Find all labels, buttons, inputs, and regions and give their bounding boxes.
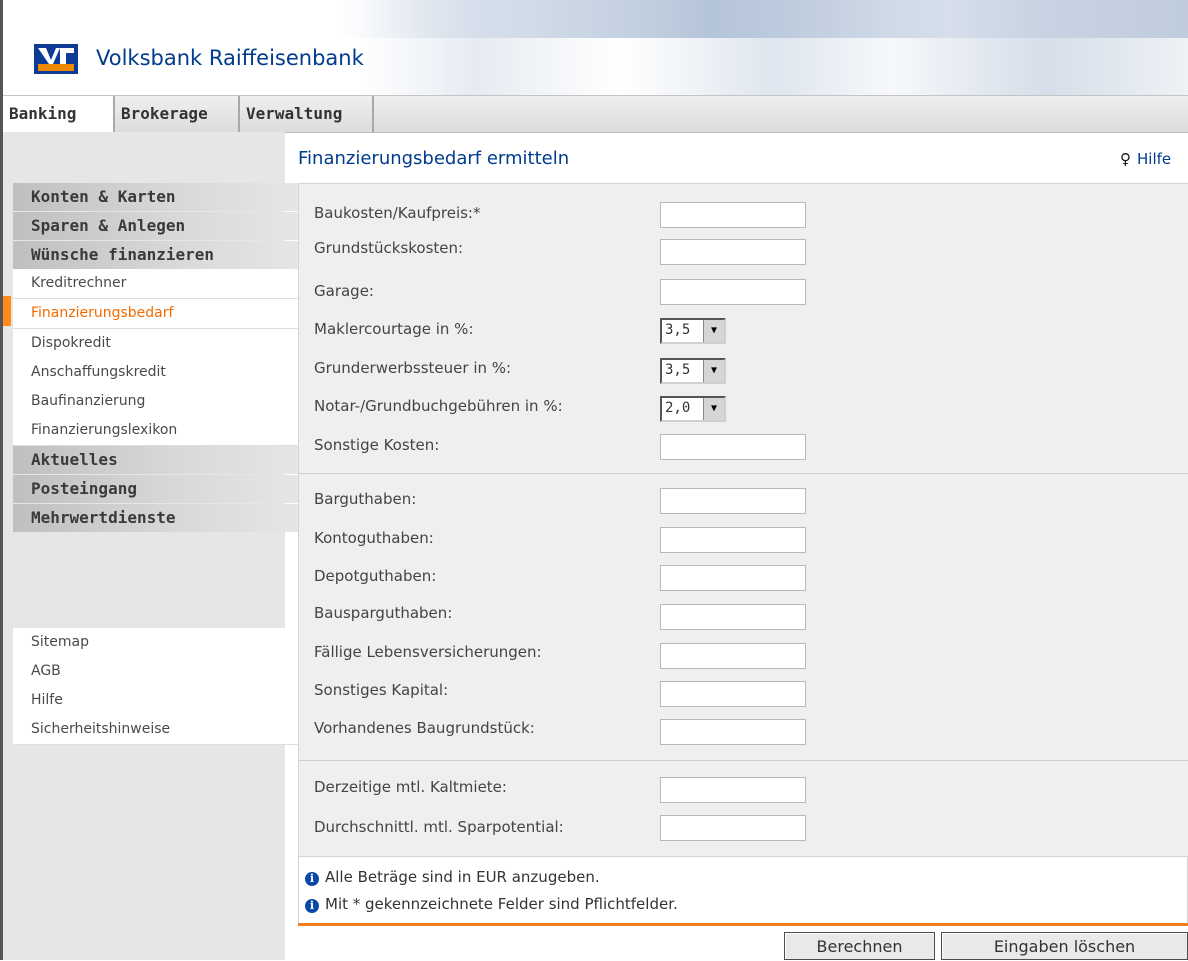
sonstige-input[interactable] <box>660 434 806 460</box>
grunderwerb-select[interactable]: 3,5 ▼ <box>660 358 726 384</box>
sidebar-item-baufinanzierung[interactable]: Baufinanzierung <box>13 387 303 417</box>
vr-logo-icon <box>34 44 78 74</box>
footer-divider <box>298 923 1188 926</box>
baugrundstueck-input[interactable] <box>660 719 806 745</box>
makler-select[interactable]: 3,5 ▼ <box>660 318 726 344</box>
grunderwerb-value: 3,5 <box>665 362 691 378</box>
sidebar-item-mehrwertdienste[interactable]: Mehrwertdienste <box>13 504 303 532</box>
tab-verwaltung[interactable]: Verwaltung <box>240 96 374 132</box>
note-required-text: Mit * gekennzeichnete Felder sind Pflich… <box>325 895 678 913</box>
label-kapital: Sonstiges Kapital: <box>314 681 449 699</box>
label-baukosten: Baukosten/Kaufpreis:* <box>314 204 481 222</box>
help-icon: ♀ <box>1120 150 1131 168</box>
label-garage: Garage: <box>314 282 374 300</box>
note-currency-text: Alle Beträge sind in EUR anzugeben. <box>325 868 600 886</box>
kontoguthaben-input[interactable] <box>660 527 806 553</box>
brand-name[interactable]: Volksbank Raiffeisenbank <box>96 46 364 70</box>
label-sonstige: Sonstige Kosten: <box>314 436 440 454</box>
active-item-indicator <box>3 296 11 326</box>
sidebar-item-finanzierungslexikon[interactable]: Finanzierungslexikon <box>13 416 303 446</box>
help-label: Hilfe <box>1137 150 1172 168</box>
help-link[interactable]: ♀ Hilfe <box>1120 150 1171 168</box>
label-baugrundstueck: Vorhandenes Baugrundstück: <box>314 719 535 737</box>
garage-input[interactable] <box>660 279 806 305</box>
note-required: i Mit * gekennzeichnete Felder sind Pflic… <box>305 895 678 913</box>
calculate-button[interactable]: Berechnen <box>784 932 935 960</box>
sidebar-item-aktuelles[interactable]: Aktuelles <box>13 446 303 474</box>
sidebar-link-hilfe[interactable]: Hilfe <box>13 686 303 716</box>
sidebar: Konten & Karten Sparen & Anlegen Wünsche… <box>3 132 303 960</box>
info-icon: i <box>305 899 319 913</box>
chevron-down-icon[interactable]: ▼ <box>703 320 724 342</box>
section-divider <box>299 760 1188 761</box>
label-makler: Maklercourtage in %: <box>314 320 474 338</box>
label-kontoguthaben: Kontoguthaben: <box>314 529 434 547</box>
baukosten-input[interactable] <box>660 202 806 228</box>
info-icon: i <box>305 872 319 886</box>
makler-value: 3,5 <box>665 322 691 338</box>
label-sparpotential: Durchschnittl. mtl. Sparpotential: <box>314 818 564 836</box>
chevron-down-icon[interactable]: ▼ <box>703 360 724 382</box>
chevron-down-icon[interactable]: ▼ <box>703 398 724 420</box>
sparpotential-input[interactable] <box>660 815 806 841</box>
label-lebensversicherungen: Fällige Lebensversicherungen: <box>314 643 542 661</box>
kaltmiete-input[interactable] <box>660 777 806 803</box>
grundstueck-input[interactable] <box>660 239 806 265</box>
sidebar-item-kreditrechner[interactable]: Kreditrechner <box>13 269 303 299</box>
bausparguthaben-input[interactable] <box>660 604 806 630</box>
lebensversicherungen-input[interactable] <box>660 643 806 669</box>
notar-value: 2,0 <box>665 400 691 416</box>
label-barguthaben: Barguthaben: <box>314 490 417 508</box>
sidebar-item-dispokredit[interactable]: Dispokredit <box>13 329 303 359</box>
barguthaben-input[interactable] <box>660 488 806 514</box>
header-decoration <box>3 0 1188 38</box>
tab-brokerage[interactable]: Brokerage <box>115 96 240 132</box>
sidebar-item-anschaffungskredit[interactable]: Anschaffungskredit <box>13 358 303 388</box>
section-divider <box>299 473 1188 474</box>
clear-inputs-button[interactable]: Eingaben löschen <box>941 932 1188 960</box>
sidebar-item-konten-karten[interactable]: Konten & Karten <box>13 183 303 211</box>
label-grundstueck: Grundstückskosten: <box>314 239 464 257</box>
label-depotguthaben: Depotguthaben: <box>314 567 437 585</box>
sidebar-item-posteingang[interactable]: Posteingang <box>13 475 303 503</box>
top-navigation: Banking Brokerage Verwaltung <box>3 95 1188 133</box>
label-kaltmiete: Derzeitige mtl. Kaltmiete: <box>314 778 507 796</box>
financing-form: Baukosten/Kaufpreis:* Grundstückskosten:… <box>298 183 1188 857</box>
label-bausparguthaben: Bausparguthaben: <box>314 604 453 622</box>
note-currency: i Alle Beträge sind in EUR anzugeben. <box>305 868 600 886</box>
label-grunderwerb: Grunderwerbssteuer in %: <box>314 359 512 377</box>
sidebar-link-sitemap[interactable]: Sitemap <box>13 628 303 658</box>
notar-select[interactable]: 2,0 ▼ <box>660 396 726 422</box>
sidebar-link-sicherheitshinweise[interactable]: Sicherheitshinweise <box>13 715 303 745</box>
depotguthaben-input[interactable] <box>660 565 806 591</box>
sidebar-item-finanzierungsbedarf[interactable]: Finanzierungsbedarf <box>13 299 303 329</box>
sidebar-item-sparen-anlegen[interactable]: Sparen & Anlegen <box>13 212 303 240</box>
label-notar: Notar-/Grundbuchgebühren in %: <box>314 397 563 415</box>
info-notes: i Alle Beträge sind in EUR anzugeben. i Mi… <box>298 856 1188 924</box>
sidebar-item-wuensche-finanzieren[interactable]: Wünsche finanzieren <box>13 241 303 269</box>
kapital-input[interactable] <box>660 681 806 707</box>
page-title: Finanzierungsbedarf ermitteln <box>298 148 570 169</box>
sidebar-link-agb[interactable]: AGB <box>13 657 303 687</box>
tab-banking[interactable]: Banking <box>3 96 115 132</box>
